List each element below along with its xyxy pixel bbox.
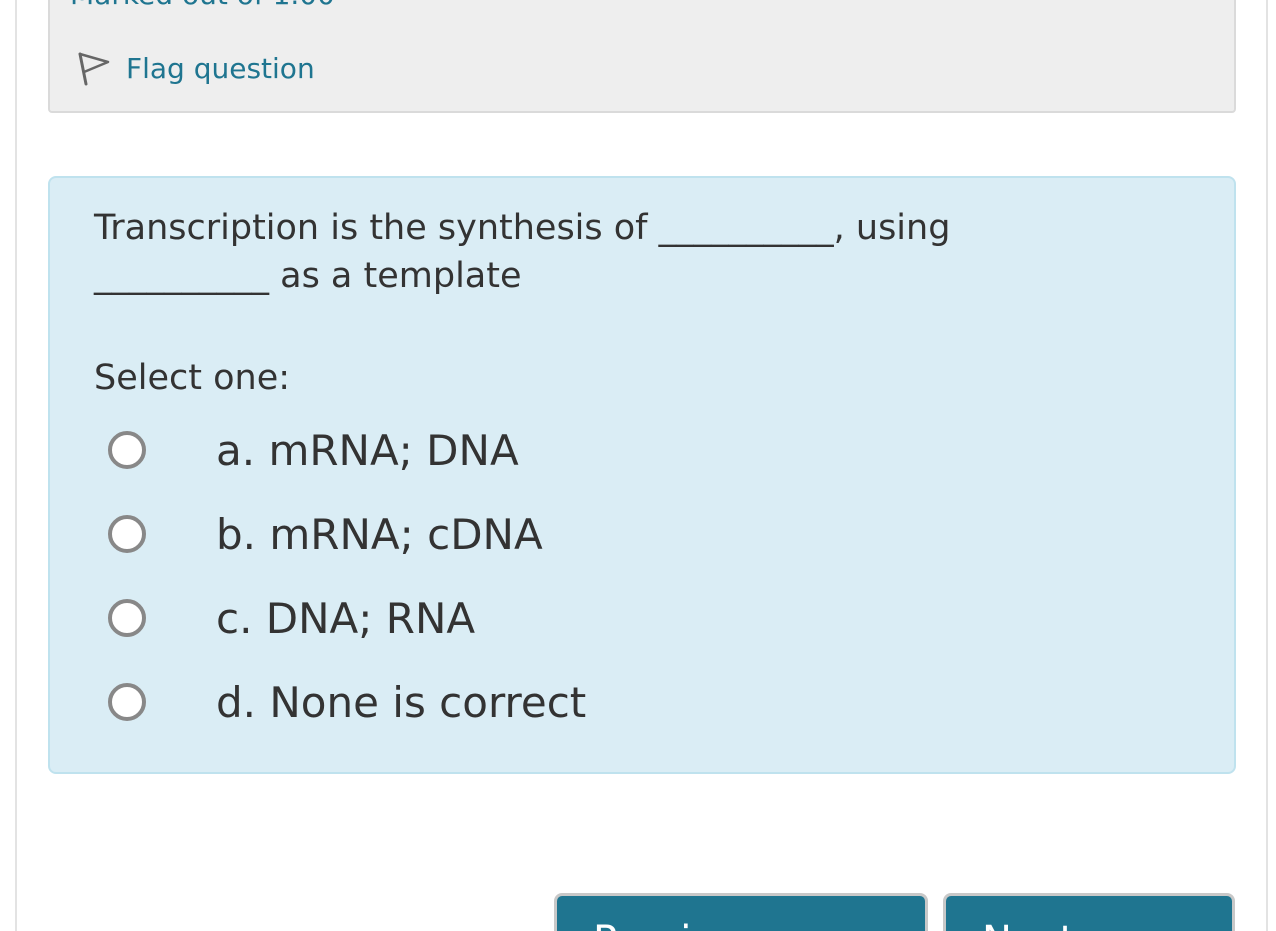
answer-option-c[interactable]: c. DNA; RNA xyxy=(108,588,475,648)
radio-button-a[interactable] xyxy=(108,431,146,469)
answer-label-b[interactable]: b. mRNA; cDNA xyxy=(216,510,543,559)
page-frame-left xyxy=(15,0,17,931)
question-content-panel: Transcription is the synthesis of ______… xyxy=(48,176,1236,774)
question-info-panel: Marked out of 1.00 Flag question xyxy=(48,0,1236,113)
next-page-button[interactable]: Next page xyxy=(943,893,1235,931)
quiz-page: Marked out of 1.00 Flag question Transcr… xyxy=(0,0,1276,931)
radio-button-c[interactable] xyxy=(108,599,146,637)
radio-button-b[interactable] xyxy=(108,515,146,553)
flag-icon xyxy=(78,52,110,86)
answer-label-d[interactable]: d. None is correct xyxy=(216,678,586,727)
marked-out-of-text: Marked out of 1.00 xyxy=(70,0,335,11)
select-one-prompt: Select one: xyxy=(94,358,291,398)
question-text: Transcription is the synthesis of ______… xyxy=(94,208,951,296)
radio-button-d[interactable] xyxy=(108,683,146,721)
flag-question-label[interactable]: Flag question xyxy=(126,52,315,85)
flag-question-link[interactable]: Flag question xyxy=(74,48,315,88)
answer-option-d[interactable]: d. None is correct xyxy=(108,672,586,732)
answer-label-a[interactable]: a. mRNA; DNA xyxy=(216,426,519,475)
previous-page-button[interactable]: Previous page xyxy=(554,893,928,931)
answer-option-a[interactable]: a. mRNA; DNA xyxy=(108,420,519,480)
answer-label-c[interactable]: c. DNA; RNA xyxy=(216,594,475,643)
answer-option-b[interactable]: b. mRNA; cDNA xyxy=(108,504,543,564)
page-frame-right xyxy=(1266,0,1268,931)
